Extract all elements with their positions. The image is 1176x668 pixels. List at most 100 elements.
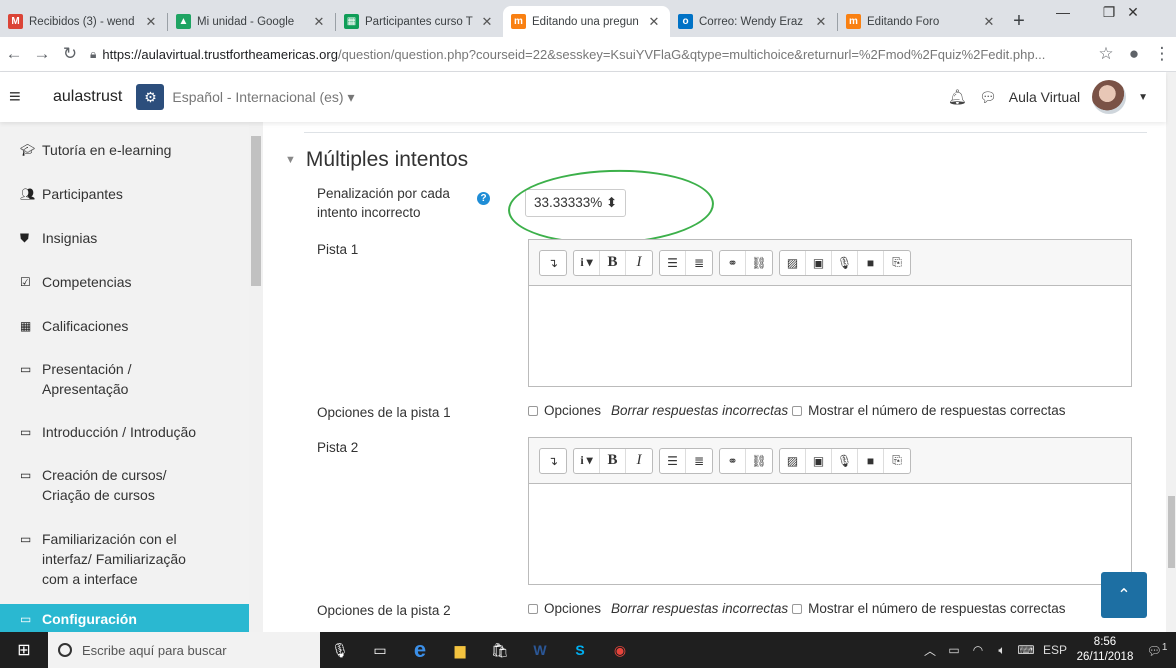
windows-start-icon[interactable]: ⊞ — [0, 632, 48, 668]
sidebar-item[interactable]: ▦ Calificaciones — [20, 316, 248, 336]
microphone-icon[interactable]: 🎙︎ — [832, 250, 858, 275]
store-icon[interactable]: 🛍︎ — [480, 632, 520, 668]
collapse-icon[interactable]: ↴ — [540, 251, 566, 275]
penalty-select[interactable]: 33.33333% ⬍ — [525, 189, 627, 217]
notifications-icon[interactable]: 💬︎1 — [1138, 642, 1176, 658]
hint1-clear-wrong-checkbox[interactable] — [528, 405, 538, 416]
message-icon[interactable]: 💬︎ — [979, 89, 997, 106]
microphone-icon[interactable]: 🎙︎ — [832, 448, 858, 473]
italic-icon[interactable]: I — [626, 251, 652, 275]
help-icon[interactable]: ? — [477, 192, 490, 205]
image-icon[interactable]: ▨ — [780, 448, 806, 473]
sidebar-item[interactable]: ▭ Introducción / Introdução — [20, 422, 248, 442]
language-menu[interactable]: Español - Internacional (es) ▾ — [172, 89, 354, 106]
language-indicator[interactable]: ESP — [1038, 643, 1072, 657]
paragraph-style-icon[interactable]: i ▾ — [574, 250, 600, 275]
battery-icon[interactable]: ▭ — [942, 643, 966, 657]
tab-close-icon[interactable]: ✕ — [646, 14, 662, 30]
minimize-icon[interactable]: — — [1040, 4, 1086, 20]
back-icon[interactable]: ← — [0, 44, 28, 64]
sidebar-scrollbar[interactable] — [249, 122, 263, 632]
hint2-clear-wrong-checkbox[interactable] — [528, 603, 538, 614]
unordered-list-icon[interactable]: ☰ — [660, 448, 686, 473]
unlink-icon[interactable]: ⛓ — [746, 449, 772, 473]
browser-tab[interactable]: o Correo: Wendy Eraz ✕ — [670, 6, 837, 37]
file-explorer-icon[interactable]: ▆ — [440, 632, 480, 668]
hint1-show-correct-checkbox[interactable] — [792, 405, 803, 416]
tab-close-icon[interactable]: ✕ — [813, 14, 829, 30]
keyboard-icon[interactable]: ⌨ — [1014, 643, 1038, 657]
tab-close-icon[interactable]: ✕ — [479, 14, 495, 30]
sidebar-item-label: Calificaciones — [42, 318, 129, 334]
tray-chevron-icon[interactable]: ︿ — [918, 642, 942, 659]
sidebar-item[interactable]: 👥︎ Participantes — [20, 184, 248, 204]
unlink-icon[interactable]: ⛓ — [746, 251, 772, 275]
new-tab-button[interactable]: + — [1005, 6, 1033, 37]
microphone-icon[interactable]: 🎙︎ — [320, 632, 360, 668]
collapse-triangle-icon[interactable]: ▼ — [285, 154, 296, 166]
browser-tab[interactable]: ▦ Participantes curso T ✕ — [336, 6, 503, 37]
clock[interactable]: 8:56 26/11/2018 — [1072, 635, 1138, 665]
manage-files-icon[interactable]: ⎘ — [884, 449, 910, 473]
hint1-text-area[interactable] — [529, 286, 1131, 386]
image-icon[interactable]: ▨ — [780, 250, 806, 275]
forward-icon[interactable]: → — [28, 44, 56, 64]
browser-tab[interactable]: M Recibidos (3) - wend ✕ — [0, 6, 167, 37]
user-menu-caret-icon[interactable]: ▼ — [1138, 92, 1148, 103]
admin-cog-icon[interactable]: ⚙ — [136, 84, 165, 110]
media-icon[interactable]: ▣ — [806, 250, 832, 275]
sidebar-item[interactable]: ▭ Familiarización con el interfaz/ Famili… — [20, 529, 248, 589]
edge-icon[interactable]: e — [400, 632, 440, 668]
sidebar-item[interactable]: ▭ Configuración — [0, 604, 263, 632]
taskbar-search[interactable]: Escribe aquí para buscar — [48, 632, 320, 668]
bold-icon[interactable]: B — [600, 250, 626, 275]
hint2-text-area[interactable] — [529, 484, 1131, 584]
bold-icon[interactable]: B — [600, 448, 626, 473]
section-header-multiple-tries[interactable]: ▼ Múltiples intentos — [285, 148, 468, 172]
wifi-icon[interactable]: ◠ — [966, 643, 990, 657]
video-icon[interactable]: ■ — [858, 448, 884, 473]
sidebar-item[interactable]: 🎓︎ Tutoría en e-learning — [20, 140, 248, 160]
video-icon[interactable]: ■ — [858, 250, 884, 275]
show-correct-text: Mostrar el número de respuestas correcta… — [808, 601, 1066, 616]
chrome-icon[interactable]: ◉ — [600, 632, 640, 668]
browser-tab[interactable]: ▲ Mi unidad - Google ✕ — [168, 6, 335, 37]
sidebar-item[interactable]: ⛊ Insignias — [20, 228, 248, 248]
sidebar-item[interactable]: ▭ Creación de cursos/ Criação de cursos — [20, 465, 248, 505]
link-icon[interactable]: ⚭ — [720, 448, 746, 473]
skype-icon[interactable]: S — [560, 632, 600, 668]
page-scrollbar[interactable] — [1166, 72, 1176, 632]
word-icon[interactable]: W — [520, 632, 560, 668]
volume-icon[interactable]: 🔈︎ — [990, 643, 1014, 658]
url-field[interactable]: 🔒︎ https://aulavirtual.trustfortheameric… — [90, 40, 1084, 68]
back-to-top-button[interactable]: ⌃ — [1101, 572, 1147, 618]
user-name[interactable]: Aula Virtual — [1009, 89, 1080, 105]
manage-files-icon[interactable]: ⎘ — [884, 251, 910, 275]
tab-close-icon[interactable]: ✕ — [311, 14, 327, 30]
hint2-show-correct-checkbox[interactable] — [792, 603, 803, 614]
ordered-list-icon[interactable]: ≣ — [686, 449, 712, 473]
paragraph-style-icon[interactable]: i ▾ — [574, 448, 600, 473]
window-close-icon[interactable]: ✕ — [1110, 4, 1156, 21]
browser-tab[interactable]: m Editando Foro ✕ — [838, 6, 1005, 37]
avatar[interactable] — [1092, 80, 1127, 114]
italic-icon[interactable]: I — [626, 449, 652, 473]
hamburger-menu-icon[interactable]: ≡ — [9, 86, 45, 109]
tab-close-icon[interactable]: ✕ — [143, 14, 159, 30]
reload-icon[interactable]: ↻ — [56, 44, 84, 64]
browser-tab[interactable]: m Editando una pregun ✕ — [503, 6, 670, 37]
sidebar-item[interactable]: ☑ Competencias — [20, 272, 248, 292]
link-icon[interactable]: ⚭ — [720, 250, 746, 275]
tab-close-icon[interactable]: ✕ — [981, 14, 997, 30]
collapse-icon[interactable]: ↴ — [540, 449, 566, 473]
bookmark-star-icon[interactable]: ☆ — [1092, 44, 1120, 64]
profile-icon[interactable]: ● — [1120, 44, 1148, 64]
site-brand[interactable]: aulastrust — [53, 88, 122, 106]
unordered-list-icon[interactable]: ☰ — [660, 250, 686, 275]
ordered-list-icon[interactable]: ≣ — [686, 251, 712, 275]
bell-icon[interactable]: 🔔︎ — [948, 88, 967, 106]
task-view-icon[interactable]: ▭ — [360, 632, 400, 668]
browser-menu-icon[interactable]: ⋮ — [1148, 44, 1176, 64]
media-icon[interactable]: ▣ — [806, 448, 832, 473]
sidebar-item[interactable]: ▭ Presentación / Apresentação — [20, 359, 248, 399]
